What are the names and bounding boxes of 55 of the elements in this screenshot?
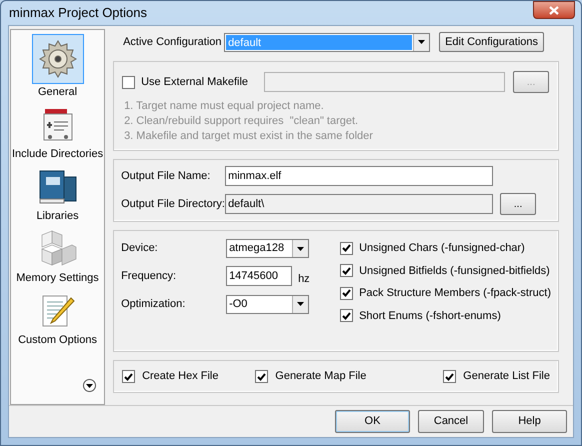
checkbox[interactable]	[340, 286, 354, 300]
books-icon	[38, 169, 78, 205]
caret-down-icon	[297, 302, 304, 306]
checkbox[interactable]	[443, 370, 456, 383]
caret-down-icon	[86, 384, 94, 388]
checkbox-label[interactable]: Short Enums (-fshort-enums)	[359, 308, 501, 324]
notepad-pencil-icon	[40, 294, 75, 328]
checkbox[interactable]	[340, 242, 354, 255]
close-icon	[549, 6, 559, 14]
dialog-button[interactable]: Help	[492, 410, 567, 433]
frequency-field[interactable]: 14745600	[226, 266, 292, 286]
sidebar-item[interactable]: Custom Options	[18, 334, 97, 347]
browse-button[interactable]: ...	[500, 193, 536, 215]
note-text: 2. Clean/rebuild support requires "clean" target.	[124, 114, 360, 129]
sidebar-item-icon-tile[interactable]	[32, 34, 84, 84]
checkbox[interactable]	[340, 309, 354, 322]
output-file-name-field[interactable]: minmax.elf	[225, 166, 494, 186]
field-label: Output File Name:	[121, 168, 212, 184]
checkbox-label[interactable]: Generate List File	[463, 368, 550, 385]
makefile-path-field[interactable]	[264, 72, 506, 92]
note-text: 1. Target name must equal project name.	[124, 99, 325, 114]
field-label: Frequency:	[121, 269, 178, 284]
dropdown-field[interactable]: -O0	[226, 294, 310, 314]
close-button[interactable]	[533, 1, 575, 19]
checkbox-label[interactable]: Unsigned Bitfields (-funsigned-bitfields)	[359, 262, 550, 279]
unit-label: hz	[298, 272, 310, 287]
dialog-button[interactable]: Cancel	[418, 410, 484, 433]
checkbox-label[interactable]: Create Hex File	[142, 368, 218, 385]
checkbox[interactable]	[122, 76, 136, 88]
caret-down-icon	[297, 246, 304, 250]
sidebar-item[interactable]: Libraries	[36, 210, 79, 223]
window-title: minmax Project Options	[9, 4, 147, 22]
dropdown-field[interactable]: atmega128	[226, 239, 310, 258]
checkbox-label[interactable]: Pack Structure Members (-fpack-struct)	[359, 285, 551, 302]
checkbox[interactable]	[340, 264, 354, 278]
dialog-button[interactable]: OK	[335, 410, 410, 433]
field-label: Device:	[121, 241, 159, 256]
checkbox[interactable]	[255, 370, 268, 383]
field-label: Optimization:	[121, 296, 186, 312]
checkbox-label[interactable]: Use External Makefile	[141, 74, 258, 90]
checkbox-label[interactable]: Generate Map File	[275, 368, 366, 385]
sidebar-item[interactable]: General	[38, 86, 78, 99]
directory-card-icon	[42, 108, 74, 142]
sidebar-item[interactable]: Include Directories	[12, 148, 104, 161]
gear-icon	[38, 39, 78, 79]
output-directory-field[interactable]: default\	[225, 194, 494, 214]
caret-down-icon	[418, 40, 426, 44]
note-text: 3. Makefile and target must exist in the same folder	[124, 129, 374, 144]
scroll-down-button[interactable]	[83, 379, 96, 392]
edit-configurations-button[interactable]: Edit Configurations	[439, 32, 544, 52]
field-label: Active Configuration	[123, 34, 223, 50]
checkbox-label[interactable]: Unsigned Chars (-funsigned-char)	[359, 240, 525, 256]
sidebar-item[interactable]: Memory Settings	[16, 272, 99, 285]
checkbox[interactable]	[122, 370, 136, 383]
field-label: Output File Directory:	[121, 196, 226, 212]
